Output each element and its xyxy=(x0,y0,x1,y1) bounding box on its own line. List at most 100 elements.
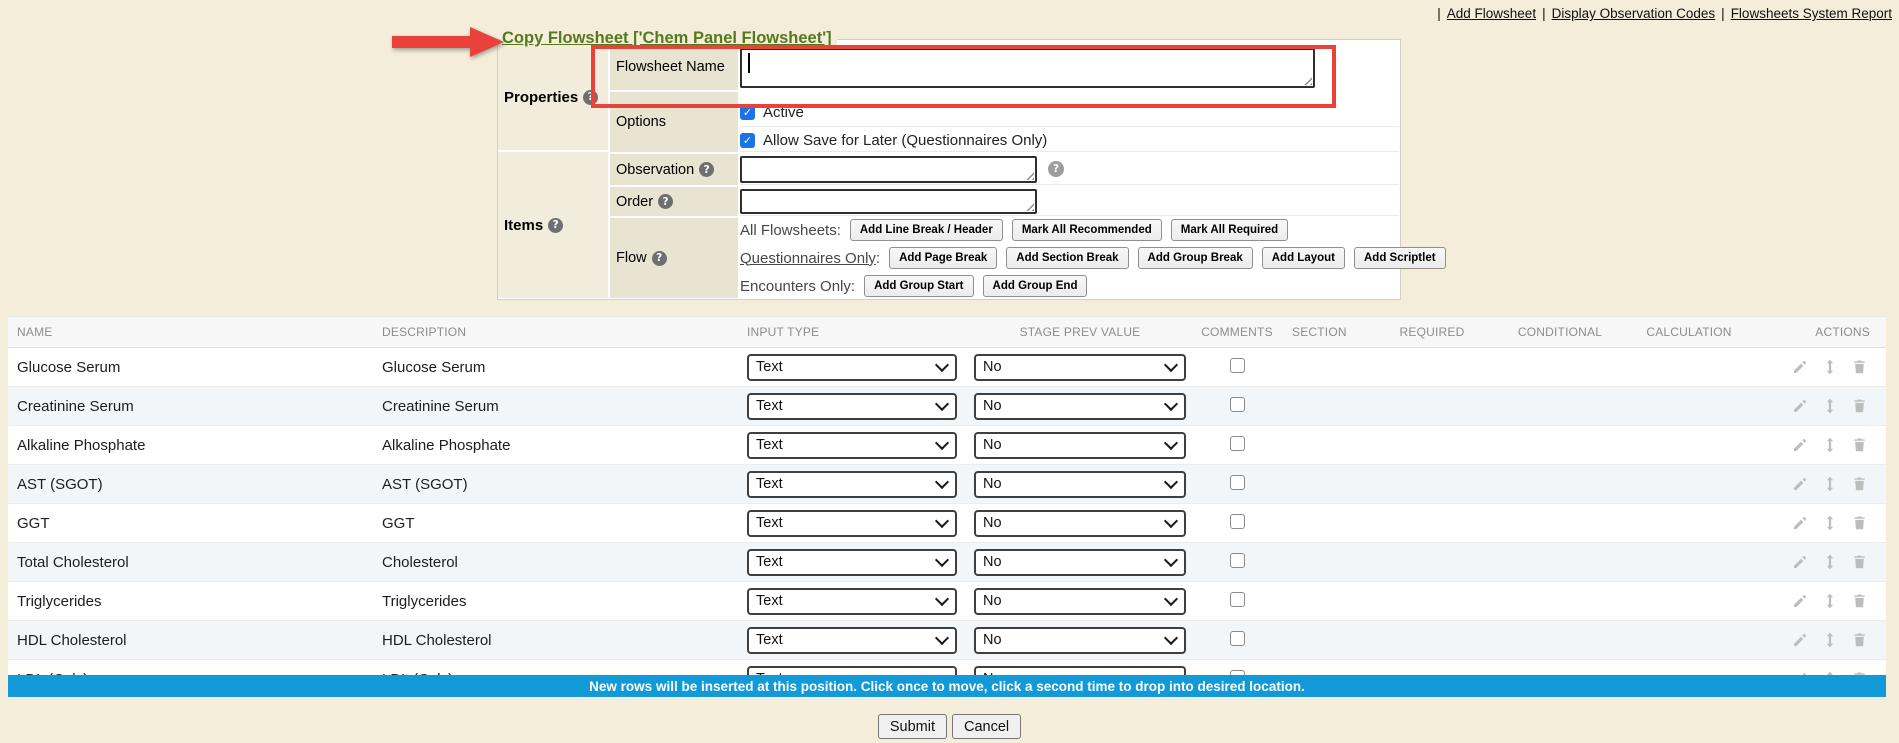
stage-prev-value-select[interactable]: No xyxy=(974,393,1186,420)
selected-value: Text xyxy=(756,554,783,570)
item-name: Total Cholesterol xyxy=(8,543,373,582)
flow-action-button[interactable]: Add Section Break xyxy=(1006,247,1128,269)
link-add-flowsheet[interactable]: Add Flowsheet xyxy=(1447,6,1536,21)
comments-checkbox[interactable] xyxy=(1230,631,1245,646)
input-type-select[interactable]: Text xyxy=(747,549,957,576)
help-icon[interactable]: ? xyxy=(658,194,673,209)
flow-action-button[interactable]: Add Group Start xyxy=(864,275,973,297)
section-cell xyxy=(1280,504,1368,543)
flow-action-button[interactable]: Mark All Required xyxy=(1171,219,1288,241)
flow-group-colon: : xyxy=(851,278,855,295)
allow-save-checkbox[interactable]: ✓ xyxy=(740,133,755,148)
submit-button[interactable]: Submit xyxy=(878,714,947,739)
flow-group-colon: : xyxy=(837,222,841,239)
delete-trash-icon[interactable] xyxy=(1852,437,1867,453)
flow-action-button[interactable]: Add Page Break xyxy=(889,247,997,269)
flow-action-button[interactable]: Add Group End xyxy=(983,275,1088,297)
link-separator: | xyxy=(1437,6,1441,21)
comments-checkbox[interactable] xyxy=(1230,514,1245,529)
input-type-select[interactable]: Text xyxy=(747,471,957,498)
input-type-select[interactable]: Text xyxy=(747,627,957,654)
active-checkbox[interactable]: ✓ xyxy=(740,105,755,120)
stage-prev-value-select[interactable]: No xyxy=(974,510,1186,537)
move-row-icon[interactable] xyxy=(1822,515,1838,531)
stage-prev-value-select[interactable]: No xyxy=(974,471,1186,498)
link-display-observation-codes[interactable]: Display Observation Codes xyxy=(1552,6,1716,21)
stage-prev-value-select[interactable]: No xyxy=(974,627,1186,654)
delete-trash-icon[interactable] xyxy=(1852,515,1867,531)
flow-action-button[interactable]: Add Group Break xyxy=(1138,247,1253,269)
input-type-select[interactable]: Text xyxy=(747,354,957,381)
input-type-select[interactable]: Text xyxy=(747,393,957,420)
move-row-icon[interactable] xyxy=(1822,359,1838,375)
item-description: Alkaline Phosphate xyxy=(373,426,739,465)
observation-input[interactable] xyxy=(740,156,1037,183)
conditional-cell xyxy=(1496,426,1624,465)
comments-checkbox[interactable] xyxy=(1230,553,1245,568)
edit-pencil-icon[interactable] xyxy=(1792,593,1808,609)
edit-pencil-icon[interactable] xyxy=(1792,554,1808,570)
delete-trash-icon[interactable] xyxy=(1852,593,1867,609)
stage-prev-value-cell: No xyxy=(966,504,1194,543)
stage-prev-value-cell: No xyxy=(966,582,1194,621)
move-row-icon[interactable] xyxy=(1822,632,1838,648)
observation-help-icon[interactable]: ? xyxy=(1048,161,1064,177)
selected-value: No xyxy=(983,359,1002,375)
flowsheet-name-field xyxy=(740,48,1315,88)
comments-checkbox[interactable] xyxy=(1230,592,1245,607)
stage-prev-value-select[interactable]: No xyxy=(974,549,1186,576)
delete-trash-icon[interactable] xyxy=(1852,632,1867,648)
insert-position-bar[interactable]: New rows will be inserted at this positi… xyxy=(8,675,1886,697)
comments-checkbox[interactable] xyxy=(1230,475,1245,490)
link-flowsheets-system-report[interactable]: Flowsheets System Report xyxy=(1731,6,1892,21)
help-icon[interactable]: ? xyxy=(583,90,598,105)
flowsheet-name-input[interactable] xyxy=(740,48,1315,88)
item-name: Creatinine Serum xyxy=(8,387,373,426)
divider xyxy=(740,184,1399,185)
flow-action-button[interactable]: Add Layout xyxy=(1262,247,1345,269)
input-type-cell: Text xyxy=(739,621,966,660)
comments-checkbox[interactable] xyxy=(1230,436,1245,451)
move-row-icon[interactable] xyxy=(1822,593,1838,609)
move-row-icon[interactable] xyxy=(1822,476,1838,492)
options-label: Options xyxy=(610,92,738,152)
delete-trash-icon[interactable] xyxy=(1852,476,1867,492)
properties-group-label: Properties ? xyxy=(498,44,608,150)
delete-trash-icon[interactable] xyxy=(1852,359,1867,375)
flow-action-button[interactable]: Add Scriptlet xyxy=(1354,247,1446,269)
stage-prev-value-select[interactable]: No xyxy=(974,432,1186,459)
flow-action-button[interactable]: Add Line Break / Header xyxy=(850,219,1003,241)
comments-checkbox[interactable] xyxy=(1230,397,1245,412)
delete-trash-icon[interactable] xyxy=(1852,554,1867,570)
input-type-select[interactable]: Text xyxy=(747,510,957,537)
input-type-select[interactable]: Text xyxy=(747,432,957,459)
edit-pencil-icon[interactable] xyxy=(1792,398,1808,414)
active-option-label: Active xyxy=(763,104,804,121)
section-cell xyxy=(1280,348,1368,387)
comments-cell xyxy=(1194,465,1280,504)
stage-prev-value-select[interactable]: No xyxy=(974,354,1186,381)
help-icon[interactable]: ? xyxy=(699,162,714,177)
row-actions xyxy=(1755,632,1885,648)
help-icon[interactable]: ? xyxy=(652,251,667,266)
edit-pencil-icon[interactable] xyxy=(1792,632,1808,648)
move-row-icon[interactable] xyxy=(1822,554,1838,570)
flow-action-button[interactable]: Mark All Recommended xyxy=(1012,219,1162,241)
table-row: Total CholesterolCholesterolTextNo xyxy=(8,543,1886,582)
page: | Add Flowsheet | Display Observation Co… xyxy=(0,0,1899,743)
input-type-select[interactable]: Text xyxy=(747,588,957,615)
move-row-icon[interactable] xyxy=(1822,398,1838,414)
help-icon[interactable]: ? xyxy=(548,218,563,233)
item-name: HDL Cholesterol xyxy=(8,621,373,660)
edit-pencil-icon[interactable] xyxy=(1792,476,1808,492)
order-input[interactable] xyxy=(740,189,1037,214)
delete-trash-icon[interactable] xyxy=(1852,398,1867,414)
stage-prev-value-select[interactable]: No xyxy=(974,588,1186,615)
comments-checkbox[interactable] xyxy=(1230,358,1245,373)
edit-pencil-icon[interactable] xyxy=(1792,437,1808,453)
comments-cell xyxy=(1194,348,1280,387)
move-row-icon[interactable] xyxy=(1822,437,1838,453)
cancel-button[interactable]: Cancel xyxy=(952,714,1021,739)
edit-pencil-icon[interactable] xyxy=(1792,515,1808,531)
edit-pencil-icon[interactable] xyxy=(1792,359,1808,375)
